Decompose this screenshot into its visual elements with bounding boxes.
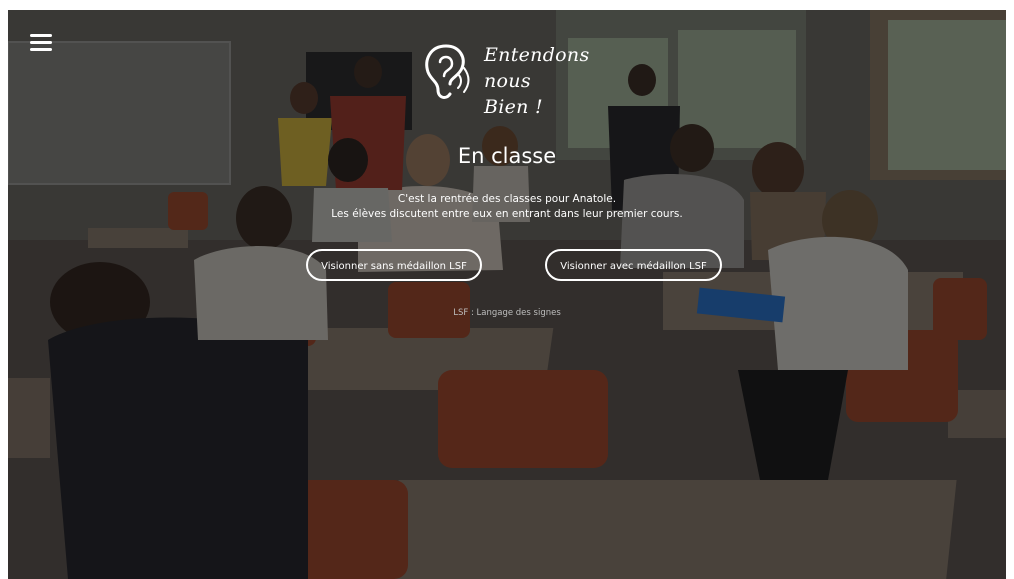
hamburger-icon-line (30, 41, 52, 44)
hero-frame: Entendons nous Bien ! En classe C'est la… (8, 10, 1006, 579)
hamburger-icon (30, 34, 52, 37)
watch-with-lsf-button[interactable]: Visionner avec médaillon LSF (545, 249, 722, 281)
lsf-note: LSF : Langage des signes (453, 308, 561, 318)
hamburger-icon-line (30, 48, 52, 51)
logo-text: Entendons nous Bien ! (484, 42, 616, 120)
scene-description: C'est la rentrée des classes pour Anatol… (8, 192, 1006, 222)
menu-button[interactable] (30, 34, 52, 52)
site-logo[interactable]: Entendons nous Bien ! (416, 38, 616, 118)
description-line-1: C'est la rentrée des classes pour Anatol… (397, 193, 617, 205)
logo-line-1: Entendons nous (484, 44, 590, 92)
scene-title: En classe (457, 144, 557, 168)
ear-icon (425, 44, 470, 99)
description-line-2: Les élèves discutent entre eux en entran… (331, 208, 683, 220)
logo-line-2: Bien ! (484, 96, 543, 118)
watch-without-lsf-button[interactable]: Visionner sans médaillon LSF (306, 249, 482, 281)
